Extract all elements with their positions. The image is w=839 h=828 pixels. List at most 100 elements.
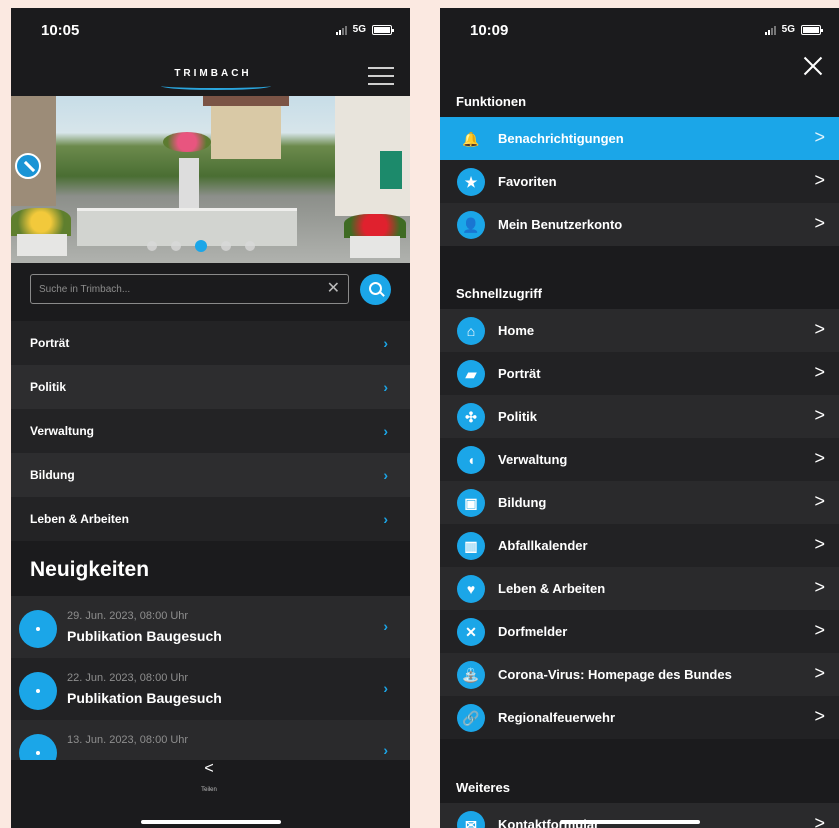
- battery-icon: [801, 24, 823, 35]
- chevron-right-icon: ›: [383, 379, 388, 395]
- menu-item-home[interactable]: ⌂ Home >: [440, 309, 839, 352]
- carousel-dot[interactable]: [147, 241, 157, 251]
- user-icon: 👤: [457, 211, 485, 239]
- chevron-right-icon: >: [814, 448, 825, 468]
- menu-item-label: Verwaltung: [498, 452, 568, 467]
- chevron-right-icon: >: [814, 213, 825, 233]
- edit-icon[interactable]: [15, 153, 41, 179]
- news-list: 29. Jun. 2023, 08:00 Uhr Publikation Bau…: [11, 596, 410, 760]
- status-bar: 10:05 5G: [11, 8, 410, 50]
- network-label: 5G: [352, 24, 366, 35]
- menu-icon[interactable]: [368, 67, 394, 85]
- share-button[interactable]: < Teilen: [196, 760, 222, 796]
- menu-item-label: Porträt: [498, 366, 541, 381]
- chevron-right-icon: ›: [383, 618, 388, 634]
- close-icon[interactable]: [801, 54, 825, 78]
- hero-carousel-image[interactable]: [11, 96, 410, 263]
- politics-icon: ✣: [457, 403, 485, 431]
- menu-item-label: Regionalfeuerwehr: [498, 710, 616, 725]
- tools-icon: ✕: [457, 618, 485, 646]
- chevron-right-icon: >: [814, 663, 825, 683]
- menu-item-porträt[interactable]: ▰ Porträt >: [440, 352, 839, 395]
- menu-item-label: Dorfmelder: [498, 624, 568, 639]
- menu-item-bildung[interactable]: ▣ Bildung >: [440, 481, 839, 524]
- news-item[interactable]: 22. Jun. 2023, 08:00 Uhr Publikation Bau…: [11, 658, 410, 720]
- menu-item-kontaktformular[interactable]: ✉ Kontaktformular >: [440, 803, 839, 828]
- nav-item-leben-arbeiten[interactable]: Leben & Arbeiten ›: [11, 497, 410, 541]
- status-bar: 10:09 5G: [440, 8, 839, 50]
- menu-item-label: Benachrichtigungen: [498, 131, 624, 146]
- administration-icon: ◖: [457, 446, 485, 474]
- news-item[interactable]: 29. Jun. 2023, 08:00 Uhr Publikation Bau…: [11, 596, 410, 658]
- menu-item-politik[interactable]: ✣ Politik >: [440, 395, 839, 438]
- search-button[interactable]: [360, 274, 391, 305]
- brand-logo[interactable]: TRIMBACH: [143, 68, 283, 79]
- chevron-right-icon: >: [814, 706, 825, 726]
- home-indicator[interactable]: [141, 820, 281, 824]
- link-icon: 🔗: [457, 704, 485, 732]
- section-heading-funktionen: Funktionen: [456, 94, 527, 109]
- menu-item-label: Abfallkalender: [498, 538, 588, 553]
- nav-item-label: Politik: [30, 380, 67, 394]
- carousel-dots[interactable]: [147, 240, 255, 252]
- news-title: Publikation Baugesuch: [67, 628, 222, 644]
- menu-item-mein-benutzerkonto[interactable]: 👤 Mein Benutzerkonto >: [440, 203, 839, 246]
- chevron-right-icon: >: [814, 813, 825, 828]
- menu-weiteres: ✉ Kontaktformular >: [440, 803, 839, 828]
- chevron-right-icon: ›: [383, 335, 388, 351]
- menu-item-dorfmelder[interactable]: ✕ Dorfmelder >: [440, 610, 839, 653]
- battery-icon: [372, 24, 394, 35]
- signal-icon: [335, 25, 347, 35]
- news-heading: Neuigkeiten: [30, 558, 150, 581]
- clear-icon[interactable]: ✕: [327, 281, 340, 297]
- menu-item-label: Home: [498, 323, 535, 338]
- phone-home-screen: 10:05 5G TRIMBACH ✕ Porträt › Politik › Ve…: [11, 8, 410, 828]
- chevron-right-icon: >: [814, 127, 825, 147]
- menu-schnellzugriff: ⌂ Home > ▰ Porträt > ✣ Politik > ◖ Verwaltung > ▣ Bil…: [440, 309, 839, 739]
- star-icon: ★: [457, 168, 485, 196]
- carousel-dot[interactable]: [245, 241, 255, 251]
- menu-item-abfallkalender[interactable]: ▥ Abfallkalender >: [440, 524, 839, 567]
- news-item[interactable]: 13. Jun. 2023, 08:00 Uhr ›: [11, 720, 410, 760]
- chevron-right-icon: ›: [383, 742, 388, 758]
- nav-item-politik[interactable]: Politik ›: [11, 365, 410, 409]
- menu-item-label: Leben & Arbeiten: [498, 581, 606, 596]
- chevron-right-icon: >: [814, 405, 825, 425]
- portrait-icon: ▰: [457, 360, 485, 388]
- bell-icon: 🔔: [462, 131, 480, 147]
- home-icon: ⌂: [457, 317, 485, 345]
- menu-item-leben-arbeiten[interactable]: ♥ Leben & Arbeiten >: [440, 567, 839, 610]
- menu-item-regionalfeuerwehr[interactable]: 🔗 Regionalfeuerwehr >: [440, 696, 839, 739]
- trash-icon: ▥: [457, 532, 485, 560]
- menu-item-label: Politik: [498, 409, 538, 424]
- chevron-right-icon: ›: [383, 680, 388, 696]
- education-icon: ▣: [457, 489, 485, 517]
- menu-item-benachrichtigungen[interactable]: 🔔 Benachrichtigungen >: [440, 117, 839, 160]
- logo-swoosh-icon: [161, 82, 271, 90]
- menu-item-verwaltung[interactable]: ◖ Verwaltung >: [440, 438, 839, 481]
- status-indicators: 5G: [335, 24, 394, 35]
- search-input[interactable]: [31, 275, 348, 303]
- carousel-dot[interactable]: [195, 240, 207, 252]
- home-indicator[interactable]: [560, 820, 700, 824]
- chevron-right-icon: >: [814, 534, 825, 554]
- status-indicators: 5G: [764, 24, 823, 35]
- nav-item-verwaltung[interactable]: Verwaltung ›: [11, 409, 410, 453]
- menu-item-corona-virus-homepage-des-bundes[interactable]: ⛲ Corona-Virus: Homepage des Bundes >: [440, 653, 839, 696]
- status-time: 10:09: [470, 22, 509, 39]
- share-icon: <: [204, 760, 214, 777]
- search-field[interactable]: ✕: [30, 274, 349, 304]
- menu-funktionen: 🔔 Benachrichtigungen > ★ Favoriten > 👤 Mein Ben…: [440, 117, 839, 246]
- carousel-dot[interactable]: [221, 241, 231, 251]
- signal-icon: [764, 25, 776, 35]
- carousel-dot[interactable]: [171, 241, 181, 251]
- menu-item-favoriten[interactable]: ★ Favoriten >: [440, 160, 839, 203]
- nav-item-portraet[interactable]: Porträt ›: [11, 321, 410, 365]
- section-heading-schnellzugriff: Schnellzugriff: [456, 286, 542, 301]
- chevron-right-icon: >: [814, 362, 825, 382]
- chevron-right-icon: >: [814, 577, 825, 597]
- mail-icon: ✉: [457, 811, 485, 828]
- menu-item-label: Bildung: [498, 495, 547, 510]
- nav-item-bildung[interactable]: Bildung ›: [11, 453, 410, 497]
- chevron-right-icon: >: [814, 319, 825, 339]
